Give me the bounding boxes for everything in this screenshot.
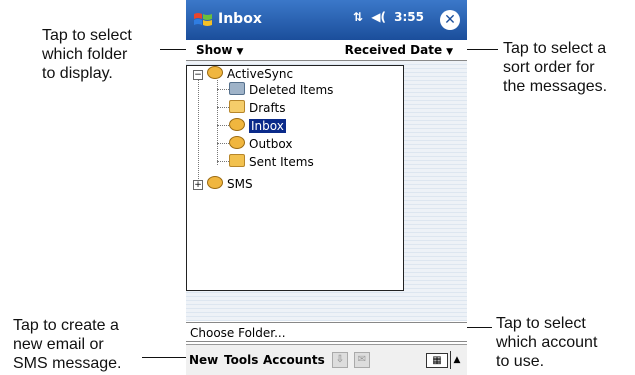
- callout-line: to display.: [42, 65, 113, 82]
- chevron-down-icon: ▼: [236, 47, 244, 57]
- tree-line: [217, 143, 229, 144]
- tree-line: [217, 161, 229, 162]
- tree-line: [198, 79, 199, 187]
- callout-line: to use.: [496, 353, 545, 370]
- callout-line: Tap to select a: [503, 40, 607, 57]
- send-receive-icon[interactable]: ⇩: [332, 352, 348, 368]
- window-title: Inbox: [218, 11, 262, 27]
- folder-label: Sent Items: [249, 155, 314, 169]
- leader-line: [142, 357, 190, 358]
- folder-inbox[interactable]: Inbox: [229, 118, 286, 134]
- title-bar: Inbox ⇅ ◀( 3:55 ✕: [186, 0, 467, 40]
- sort-menu-label: Received Date: [344, 43, 443, 57]
- menu-accounts[interactable]: Accounts: [263, 353, 325, 367]
- folder-outbox[interactable]: Outbox: [229, 136, 292, 152]
- collapse-toggle[interactable]: −: [193, 70, 203, 80]
- folder-label: SMS: [227, 177, 253, 191]
- callout-line: the messages.: [503, 78, 608, 95]
- message-list-area[interactable]: − ActiveSync Deleted Items Drafts Inbox …: [186, 61, 467, 321]
- callout-show-menu: Tap to select which folder to display.: [42, 26, 132, 83]
- close-icon: ✕: [444, 12, 456, 28]
- folder-activesync[interactable]: ActiveSync: [207, 66, 293, 82]
- chevron-down-icon: ▼: [446, 47, 453, 57]
- folder-sms[interactable]: SMS: [207, 176, 253, 192]
- callout-new-menu: Tap to create a new email or SMS message…: [13, 316, 121, 373]
- callout-line: which account: [496, 334, 598, 351]
- callout-line: Tap to select: [42, 27, 132, 44]
- folder-label: Outbox: [249, 137, 293, 151]
- callout-line: Tap to create a: [13, 317, 119, 334]
- account-icon: [207, 176, 223, 189]
- windows-start-icon[interactable]: [192, 9, 214, 31]
- folder-label: ActiveSync: [227, 67, 294, 81]
- folder-label: Inbox: [249, 119, 286, 133]
- device-screen: Inbox ⇅ ◀( 3:55 ✕ Show ▼ Received Date ▼ −: [186, 0, 467, 375]
- volume-icon[interactable]: ◀(: [371, 10, 386, 24]
- choose-folder-bar[interactable]: Choose Folder...: [186, 322, 467, 342]
- folder-drafts[interactable]: Drafts: [229, 100, 286, 116]
- tree-line: [217, 107, 229, 108]
- folder-deleted-items[interactable]: Deleted Items: [229, 82, 333, 98]
- callout-line: which folder: [42, 46, 128, 63]
- tree-line: [217, 80, 218, 165]
- folder-icon: [229, 154, 245, 167]
- menu-new[interactable]: New: [189, 353, 218, 367]
- signal-icon[interactable]: ⇅: [353, 10, 363, 24]
- status-area: ⇅ ◀( 3:55: [353, 10, 428, 24]
- inbox-icon: [229, 118, 245, 131]
- delete-icon[interactable]: ✉: [354, 352, 370, 368]
- tree-line: [217, 125, 229, 126]
- chevron-up-icon[interactable]: ▲: [450, 351, 463, 369]
- folder-sent-items[interactable]: Sent Items: [229, 154, 314, 170]
- menu-bar: New Tools Accounts ⇩ ✉ ▦ ▲: [186, 344, 467, 375]
- callout-line: sort order for: [503, 59, 595, 76]
- show-menu-button[interactable]: Show ▼: [196, 43, 243, 57]
- callout-sort-menu: Tap to select a sort order for the messa…: [503, 39, 607, 96]
- folder-tree: − ActiveSync Deleted Items Drafts Inbox …: [186, 65, 404, 291]
- outbox-icon: [229, 136, 245, 149]
- tree-line: [217, 89, 229, 90]
- folder-label: Deleted Items: [249, 83, 334, 97]
- view-toolbar: Show ▼ Received Date ▼: [186, 40, 467, 61]
- keyboard-icon[interactable]: ▦: [426, 353, 448, 368]
- callout-line: Tap to select: [496, 315, 586, 332]
- menu-tools[interactable]: Tools: [224, 353, 258, 367]
- expand-toggle[interactable]: +: [193, 180, 203, 190]
- callout-accounts-menu: Tap to select which account to use.: [496, 314, 597, 371]
- callout-line: SMS message.: [13, 355, 122, 372]
- folder-label: Drafts: [249, 101, 286, 115]
- callout-line: new email or: [13, 336, 104, 353]
- show-menu-label: Show: [196, 43, 233, 57]
- clock-time[interactable]: 3:55: [394, 10, 424, 24]
- trash-icon: [229, 82, 245, 95]
- account-icon: [207, 66, 223, 79]
- sort-menu-button[interactable]: Received Date ▼: [345, 43, 453, 57]
- close-button[interactable]: ✕: [440, 10, 460, 30]
- folder-icon: [229, 100, 245, 113]
